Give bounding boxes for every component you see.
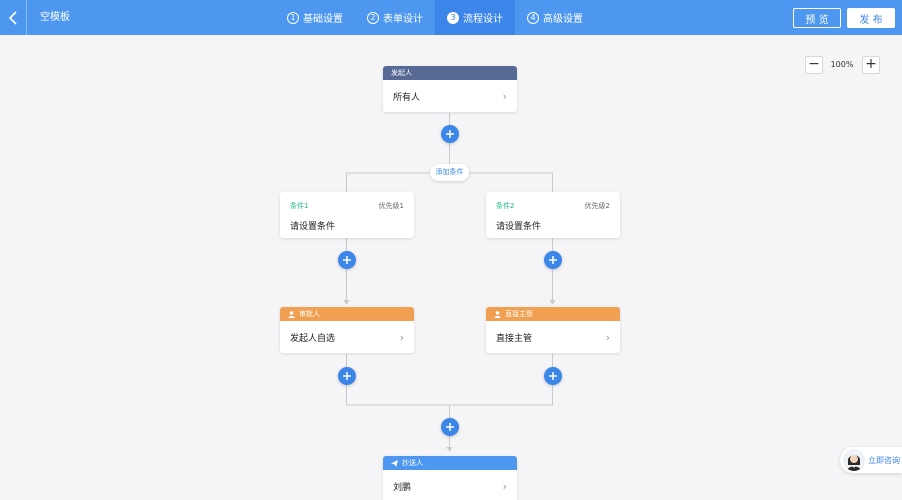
add-node-button[interactable] xyxy=(544,251,562,269)
chevron-right-icon: › xyxy=(502,479,507,493)
node-body: 刘鹏 › xyxy=(383,470,517,500)
node-header: 直接主管 xyxy=(486,307,620,321)
condition-node-2[interactable]: 条件2 优先级2 请设置条件 xyxy=(486,192,620,238)
avatar xyxy=(843,449,865,471)
tab-basic-settings[interactable]: 1 基础设置 xyxy=(275,0,355,35)
arrow-icon xyxy=(446,447,453,452)
node-title: 直接主管 xyxy=(505,310,533,318)
step-number: 1 xyxy=(287,11,299,24)
header-divider xyxy=(26,0,27,35)
plus-icon xyxy=(549,372,557,380)
template-title: 空模板 xyxy=(40,12,70,23)
top-header: 空模板 1 基础设置 2 表单设计 3 流程设计 4 高级设置 预 览 发 布 xyxy=(0,0,902,35)
node-value: 所有人 xyxy=(393,92,421,103)
back-button[interactable] xyxy=(0,0,26,35)
arrow-icon xyxy=(343,300,350,305)
node-header: 审批人 xyxy=(280,307,414,321)
add-node-button[interactable] xyxy=(441,418,459,436)
node-value: 直接主管 xyxy=(496,333,533,344)
chevron-right-icon: › xyxy=(502,89,507,103)
node-title: 审批人 xyxy=(299,310,320,318)
plus-icon xyxy=(446,130,454,138)
add-node-button[interactable] xyxy=(544,367,562,385)
add-condition-button[interactable]: 添加条件 xyxy=(430,164,469,181)
node-body: 发起人自选 › xyxy=(280,321,414,353)
condition-name: 条件2 xyxy=(496,202,515,210)
preview-button[interactable]: 预 览 xyxy=(793,8,841,28)
initiator-node[interactable]: 发起人 所有人 › xyxy=(383,66,517,112)
user-icon xyxy=(288,310,295,318)
condition-priority: 优先级2 xyxy=(584,202,610,210)
cc-node[interactable]: 抄送人 刘鹏 › xyxy=(383,456,517,500)
step-label: 高级设置 xyxy=(543,14,583,25)
condition-text: 请设置条件 xyxy=(290,222,336,232)
step-number: 2 xyxy=(367,11,379,24)
step-label: 流程设计 xyxy=(463,14,503,25)
tab-advanced-settings[interactable]: 4 高级设置 xyxy=(515,0,595,35)
condition-priority: 优先级1 xyxy=(378,202,404,210)
branch-bottom-line xyxy=(346,354,553,406)
tab-form-design[interactable]: 2 表单设计 xyxy=(355,0,435,35)
condition-header: 条件2 优先级2 xyxy=(496,201,610,211)
publish-button[interactable]: 发 布 xyxy=(847,8,895,28)
step-number: 4 xyxy=(527,11,539,24)
step-label: 表单设计 xyxy=(383,14,423,25)
step-number: 3 xyxy=(447,11,459,24)
user-icon xyxy=(494,310,501,318)
condition-text: 请设置条件 xyxy=(496,222,542,232)
node-value: 刘鹏 xyxy=(393,482,412,493)
chevron-right-icon: › xyxy=(605,330,610,344)
plus-icon xyxy=(446,423,454,431)
node-body: 所有人 › xyxy=(383,80,517,112)
zoom-in-button[interactable]: + xyxy=(862,56,880,74)
node-value: 发起人自选 xyxy=(290,333,336,344)
zoom-level: 100% xyxy=(830,60,854,69)
approver-node-1[interactable]: 审批人 发起人自选 › xyxy=(280,307,414,353)
step-label: 基础设置 xyxy=(303,14,343,25)
zoom-out-button[interactable]: − xyxy=(805,56,823,74)
add-node-button[interactable] xyxy=(338,251,356,269)
paper-plane-icon xyxy=(391,459,398,467)
consult-label: 立即咨询 xyxy=(868,455,900,465)
chevron-right-icon: › xyxy=(399,330,404,344)
chevron-left-icon xyxy=(8,10,17,25)
arrow-icon xyxy=(549,300,556,305)
plus-icon xyxy=(343,256,351,264)
condition-node-1[interactable]: 条件1 优先级1 请设置条件 xyxy=(280,192,414,238)
node-title: 发起人 xyxy=(391,69,412,77)
condition-name: 条件1 xyxy=(290,202,309,210)
add-node-button[interactable] xyxy=(338,367,356,385)
tab-process-design[interactable]: 3 流程设计 xyxy=(435,0,515,35)
plus-icon xyxy=(549,256,557,264)
plus-icon xyxy=(343,372,351,380)
step-nav: 1 基础设置 2 表单设计 3 流程设计 4 高级设置 xyxy=(275,0,595,35)
condition-header: 条件1 优先级1 xyxy=(290,201,404,211)
node-header: 抄送人 xyxy=(383,456,517,470)
add-node-button[interactable] xyxy=(441,125,459,143)
node-body: 直接主管 › xyxy=(486,321,620,353)
node-header: 发起人 xyxy=(383,66,517,80)
consult-widget[interactable]: 立即咨询 xyxy=(840,447,902,473)
node-title: 抄送人 xyxy=(402,459,423,467)
approver-node-2[interactable]: 直接主管 直接主管 › xyxy=(486,307,620,353)
